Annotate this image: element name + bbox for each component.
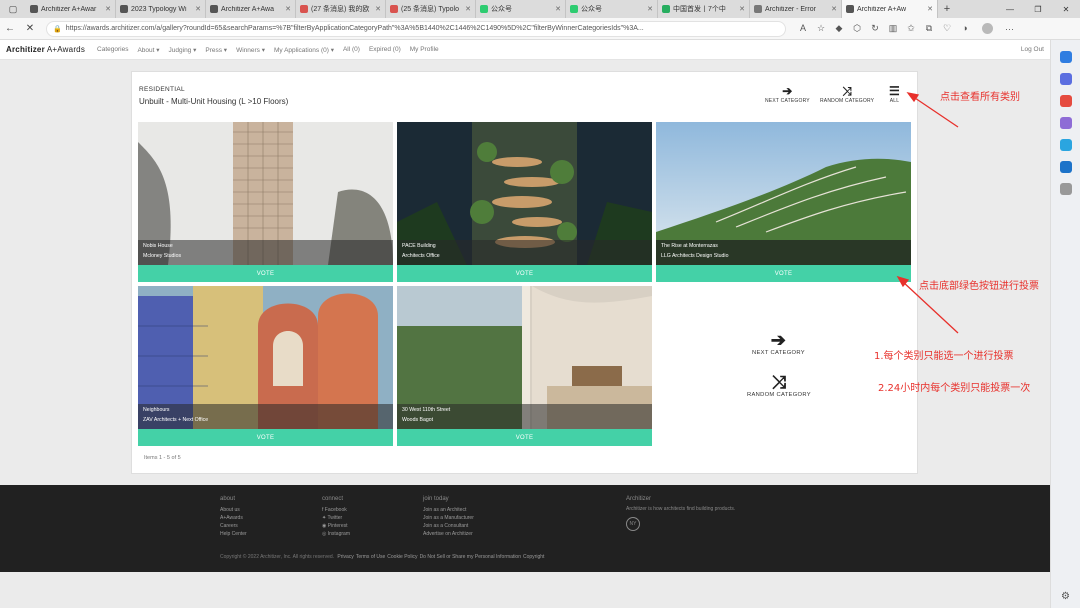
footer-about-links: About us A+Awards Careers Help Center	[220, 506, 247, 538]
footer-link[interactable]: Careers	[220, 522, 247, 530]
ny-badge-icon: NY	[626, 517, 640, 531]
footer-copyright: Copyright © 2022 Architizer, Inc. All ri…	[220, 554, 544, 560]
footer-join: join today Join as an Architect Join as a…	[423, 496, 474, 538]
legal-link[interactable]: Do Not Sell or Share my Personal Informa…	[420, 554, 521, 560]
legal-link[interactable]: Copyright	[523, 554, 544, 560]
footer-link[interactable]: Join as a Consultant	[423, 522, 474, 530]
legal-link[interactable]: Privacy	[337, 554, 353, 560]
footer-link[interactable]: ◎ Instagram	[322, 530, 350, 538]
legal-link[interactable]: Cookie Policy	[387, 554, 417, 560]
footer-join-heading: join today	[423, 496, 449, 502]
footer-connect: connect f Facebook ✦ Twitter ◉ Pinterest ◎ …	[322, 496, 350, 538]
footer-about-heading: about	[220, 496, 236, 502]
footer-link[interactable]: ✦ Twitter	[322, 514, 350, 522]
footer-connect-links: f Facebook ✦ Twitter ◉ Pinterest ◎ Instagra…	[322, 506, 350, 538]
footer-tagline: Architizer is how architects find buildi…	[626, 506, 736, 512]
footer-link[interactable]: f Facebook	[322, 506, 350, 514]
annotation-vote-button: 点击底部绿色按钮进行投票	[919, 281, 1039, 292]
footer-link[interactable]: Advertise on Architizer	[423, 530, 474, 538]
site-footer: about About us A+Awards Careers Help Center…	[0, 485, 1050, 572]
copyright-text: Copyright © 2022 Architizer, Inc. All ri…	[220, 554, 335, 560]
annotation-rule-2: 2.24小时内每个类别只能投票一次	[878, 383, 1031, 394]
legal-links: Privacy Terms of Use Cookie Policy Do Not S…	[335, 554, 544, 560]
footer-link[interactable]: About us	[220, 506, 247, 514]
footer-connect-heading: connect	[322, 496, 344, 502]
page-bottom-strip	[0, 572, 1050, 608]
footer-join-links: Join as an Architect Join as a Manufactur…	[423, 506, 474, 538]
footer-brand: Architizer Architizer is how architects …	[626, 496, 735, 531]
annotation-view-all: 点击查看所有类别	[940, 92, 1020, 103]
footer-brand-name: Architizer	[626, 496, 652, 502]
legal-link[interactable]: Terms of Use	[356, 554, 385, 560]
footer-link[interactable]: Join as a Manufacturer	[423, 514, 474, 522]
footer-link[interactable]: Help Center	[220, 530, 247, 538]
annotation-rule-1: 1.每个类别只能选一个进行投票	[874, 351, 1014, 362]
footer-about: about About us A+Awards Careers Help Center	[220, 496, 247, 538]
footer-link[interactable]: ◉ Pinterest	[322, 522, 350, 530]
footer-link[interactable]: Join as an Architect	[423, 506, 474, 514]
footer-link[interactable]: A+Awards	[220, 514, 247, 522]
